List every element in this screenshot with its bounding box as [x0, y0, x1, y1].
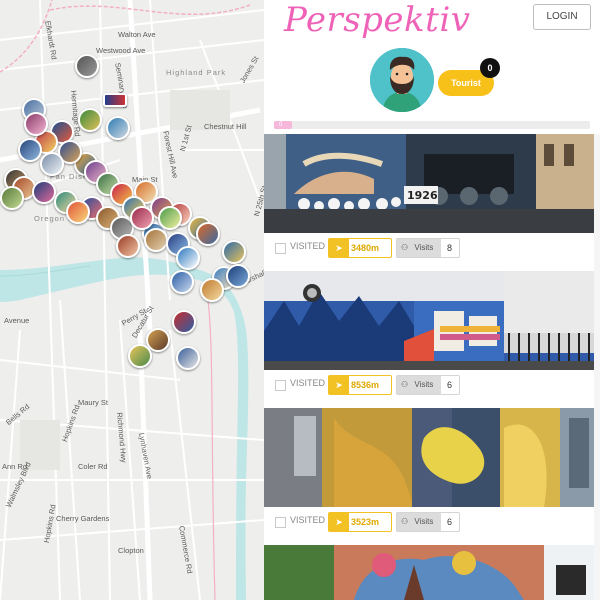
visits-count: 8: [447, 243, 453, 253]
mural-map-pin[interactable]: [144, 228, 168, 252]
location-arrow-icon: ➤: [329, 239, 349, 257]
mural-map-pin[interactable]: [32, 180, 56, 204]
distance-value: 3480m: [351, 243, 380, 253]
area-label: Highland Park: [166, 68, 227, 77]
mural-map-pin[interactable]: [66, 200, 90, 224]
mural-map-pin[interactable]: [176, 246, 200, 270]
walk-icon: ⚇: [401, 380, 409, 389]
mural-map-pin[interactable]: [18, 138, 42, 162]
visits-chip: ⚇ Visits: [397, 513, 441, 531]
level-progress-bar: 0: [274, 121, 590, 129]
location-arrow-icon: ➤: [329, 376, 349, 394]
walk-icon: ⚇: [401, 243, 409, 252]
location-arrow-icon: ➤: [329, 513, 349, 531]
mural-map-pin[interactable]: [226, 264, 250, 288]
visited-checkbox[interactable]: [275, 517, 286, 528]
road-label: Ann Rd: [2, 462, 28, 471]
mural-image[interactable]: [264, 408, 594, 507]
mural-map-pin[interactable]: [78, 108, 102, 132]
mural-card-meta: VISITED ➤ 3523m ⚇ Visits 6: [264, 511, 594, 533]
mural-card-meta: VISITED ➤ 3480m ⚇ Visits 8: [264, 237, 594, 259]
road-label: Chestnut Hill: [204, 122, 247, 131]
mural-image[interactable]: 1926: [264, 134, 594, 233]
mural-map-pin[interactable]: [40, 152, 64, 176]
mural-train-image: 1926: [264, 134, 594, 233]
visits-count: 6: [447, 517, 453, 527]
road-label: Clopton: [118, 546, 144, 555]
mural-map-pin[interactable]: [128, 344, 152, 368]
visited-label: VISITED: [290, 515, 326, 525]
mural-map-pin[interactable]: [116, 234, 140, 258]
mural-map-pin[interactable]: [170, 270, 194, 294]
mural-map-pin[interactable]: [24, 112, 48, 136]
app-logo[interactable]: Perspektiv: [284, 0, 470, 40]
mural-abstract-image: [264, 408, 594, 507]
visits-chip: ⚇ Visits: [397, 376, 441, 394]
road-label: Cherry Gardens: [56, 514, 110, 523]
visits-count: 6: [447, 380, 453, 390]
user-avatar-icon: [370, 48, 434, 112]
mural-map-pin[interactable]: [106, 116, 130, 140]
mural-map-pin[interactable]: [200, 278, 224, 302]
mural-map-pin[interactable]: [0, 186, 24, 210]
progress-fill: 0: [274, 121, 292, 129]
mural-map-pin[interactable]: [103, 93, 127, 107]
road-label: Avenue: [4, 316, 30, 325]
visited-label: VISITED: [290, 241, 326, 251]
visits-counter: ⚇ Visits 8: [396, 238, 460, 258]
progress-label: 0: [279, 122, 283, 128]
road-label: Walton Ave: [118, 30, 156, 39]
map-base: [0, 0, 264, 600]
mural-map-pin[interactable]: [196, 222, 220, 246]
mural-map-pin[interactable]: [172, 310, 196, 334]
distance-button[interactable]: ➤ 3523m: [328, 512, 392, 532]
distance-button[interactable]: ➤ 8536m: [328, 375, 392, 395]
mural-map-pin[interactable]: [75, 54, 99, 78]
visited-checkbox[interactable]: [275, 243, 286, 254]
mural-map-pin[interactable]: [222, 240, 246, 264]
mural-image[interactable]: [264, 271, 594, 370]
svg-text:1926: 1926: [407, 189, 438, 202]
mural-map-pin[interactable]: [130, 206, 154, 230]
mural-card-meta: VISITED ➤ 8536m ⚇ Visits 6: [264, 374, 594, 396]
map[interactable]: Walton Ave Westwood Ave Seminary Ave Hig…: [0, 0, 264, 600]
road-label: Maury St: [78, 398, 109, 407]
visited-label: VISITED: [290, 378, 326, 388]
visited-checkbox[interactable]: [275, 380, 286, 391]
road-label: Westwood Ave: [96, 46, 146, 55]
mural-blue-house-image: [264, 271, 594, 370]
mural-image[interactable]: [264, 545, 594, 600]
visits-label: Visits: [414, 380, 434, 389]
distance-button[interactable]: ➤ 3480m: [328, 238, 392, 258]
list-scrollbar[interactable]: [594, 134, 600, 600]
road-label: Coler Rd: [78, 462, 108, 471]
mural-map-pin[interactable]: [158, 206, 182, 230]
walk-icon: ⚇: [401, 517, 409, 526]
avatar[interactable]: [370, 48, 434, 112]
distance-value: 3523m: [351, 517, 380, 527]
visits-label: Visits: [414, 517, 434, 526]
badge-count: 0: [480, 58, 500, 78]
visits-label: Visits: [414, 243, 434, 252]
mural-tree-image: [264, 545, 594, 600]
visits-counter: ⚇ Visits 6: [396, 512, 460, 532]
visits-counter: ⚇ Visits 6: [396, 375, 460, 395]
visits-chip: ⚇ Visits: [397, 239, 441, 257]
distance-value: 8536m: [351, 380, 380, 390]
mural-list-panel: Perspektiv LOGIN Tourist 0 0 1926 VISITE…: [264, 0, 600, 600]
mural-map-pin[interactable]: [176, 346, 200, 370]
login-button[interactable]: LOGIN: [533, 4, 591, 30]
